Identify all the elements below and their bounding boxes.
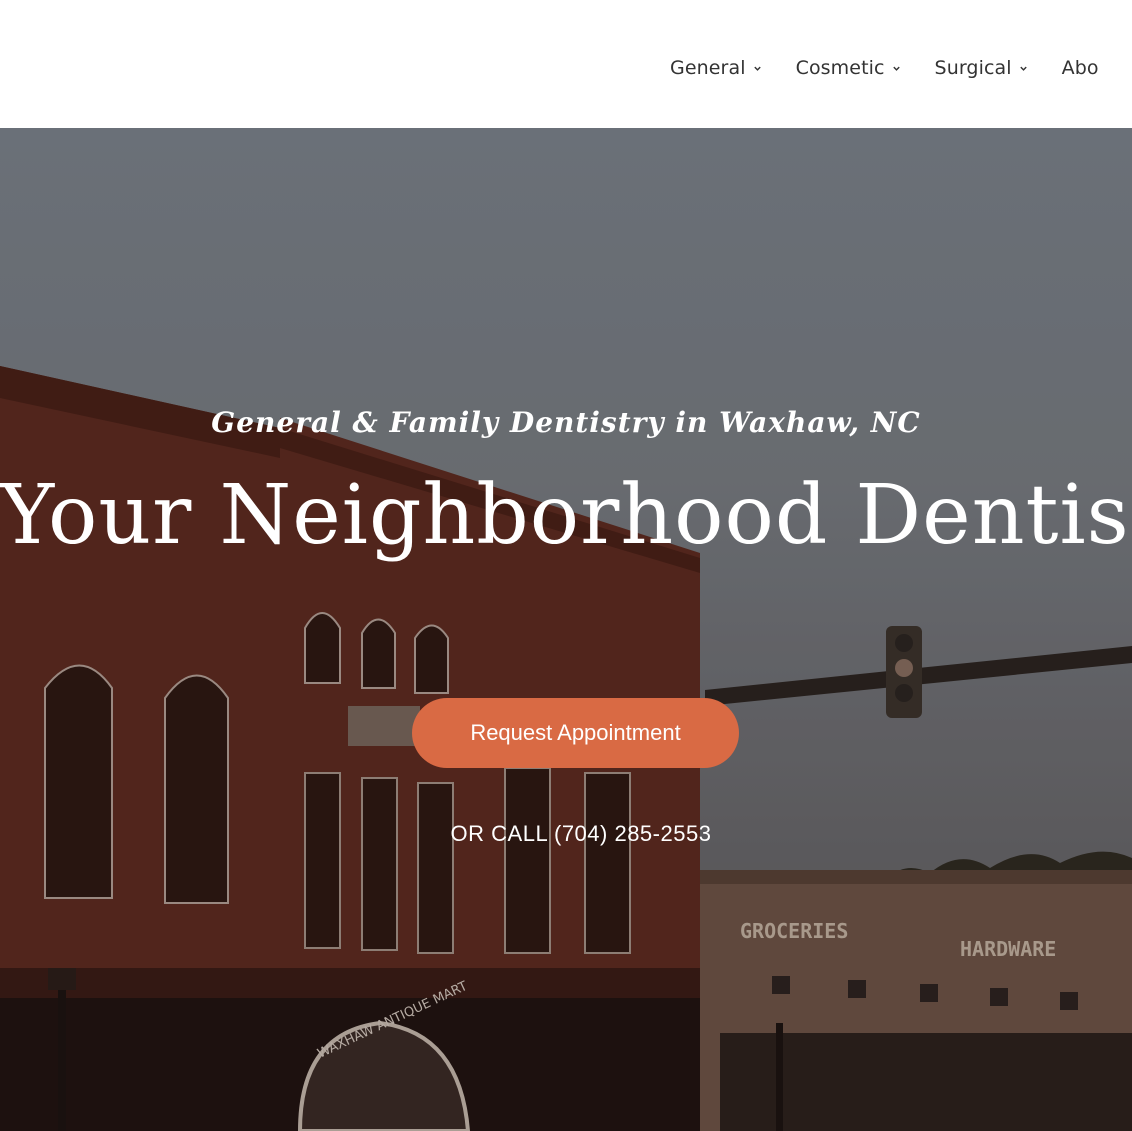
nav-item-label: Cosmetic [795, 57, 885, 79]
call-phone-link[interactable]: OR CALL (704) 285-2553 [0, 821, 1132, 847]
nav-item-surgical[interactable]: Surgical [935, 57, 1028, 79]
main-nav: General Cosmetic Surgical Abo [670, 55, 1132, 81]
hero-tagline: General & Family Dentistry in Waxhaw, NC [211, 406, 921, 439]
request-appointment-button[interactable]: Request Appointment [412, 698, 739, 768]
nav-item-label: General [670, 57, 746, 79]
chevron-down-icon [892, 66, 900, 71]
hero-overlay [0, 128, 1132, 1131]
nav-item-general[interactable]: General [670, 57, 762, 79]
hero-headline: Your Neighborhood Dentist [0, 468, 1132, 563]
nav-item-label: Surgical [934, 57, 1012, 79]
chevron-down-icon [1019, 66, 1027, 71]
nav-item-cosmetic[interactable]: Cosmetic [796, 57, 901, 79]
chevron-down-icon [753, 66, 761, 71]
site-header: General Cosmetic Surgical Abo [0, 0, 1132, 128]
nav-item-about[interactable]: Abo [1062, 57, 1099, 79]
nav-item-label: Abo [1061, 57, 1099, 79]
hero-section: GROCERIES HARDWARE WAXHAW ANTIQUE MART G… [0, 128, 1132, 1131]
